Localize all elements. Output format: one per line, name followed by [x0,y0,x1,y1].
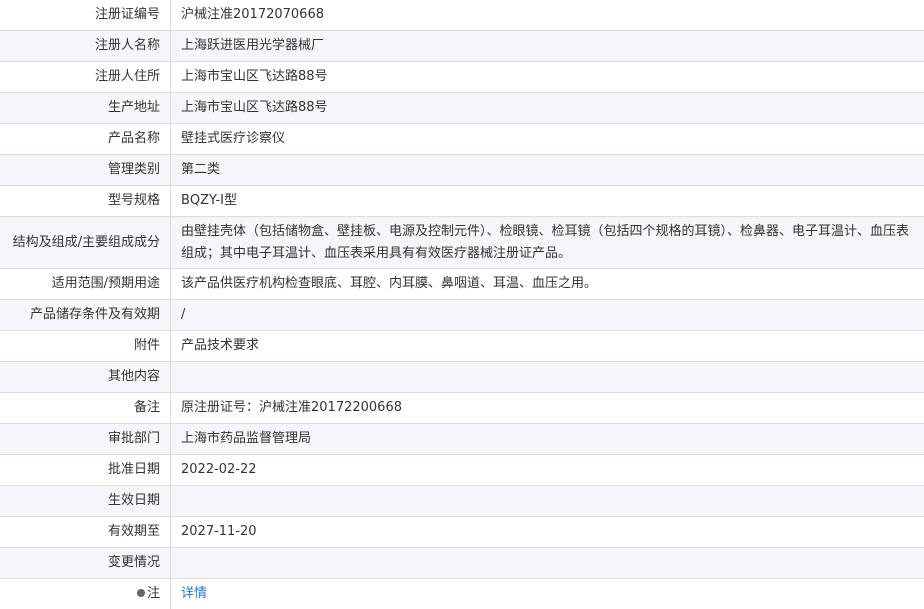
field-value: 第二类 [171,155,924,186]
table-row-storage-validity: 产品储存条件及有效期 / [0,300,924,331]
table-row-product-name: 产品名称 壁挂式医疗诊察仪 [0,124,924,155]
field-label: 审批部门 [0,424,171,455]
table-row-registrant-name: 注册人名称 上海跃进医用光学器械厂 [0,31,924,62]
table-row-production-address: 生产地址 上海市宝山区飞达路88号 [0,93,924,124]
table-row-structure-composition: 结构及组成/主要组成成分 由壁挂壳体（包括储物盒、壁挂板、电源及控制元件）、检眼… [0,217,924,269]
table-row-registration-number: 注册证编号 沪械注准20172070668 [0,0,924,31]
field-value: BQZY-I型 [171,186,924,217]
field-label: 管理类别 [0,155,171,186]
table-row-valid-until: 有效期至 2027-11-20 [0,517,924,548]
field-value: 产品技术要求 [171,331,924,362]
table-row-note: 注 详情 [0,579,924,609]
field-label: 生效日期 [0,486,171,517]
table-row-remarks: 备注 原注册证号：沪械注准20172200668 [0,393,924,424]
field-value [171,548,924,579]
field-value: 2022-02-22 [171,455,924,486]
field-label: 适用范围/预期用途 [0,269,171,300]
field-value: 上海市药品监督管理局 [171,424,924,455]
field-label: 产品名称 [0,124,171,155]
field-label: 产品储存条件及有效期 [0,300,171,331]
table-row-change-status: 变更情况 [0,548,924,579]
field-value: 2027-11-20 [171,517,924,548]
table-row-approval-date: 批准日期 2022-02-22 [0,455,924,486]
field-label: 注册人名称 [0,31,171,62]
table-row-effective-date: 生效日期 [0,486,924,517]
field-value: 上海跃进医用光学器械厂 [171,31,924,62]
field-label: 备注 [0,393,171,424]
field-label: 生产地址 [0,93,171,124]
field-value: 原注册证号：沪械注准20172200668 [171,393,924,424]
table-row-model-spec: 型号规格 BQZY-I型 [0,186,924,217]
details-link[interactable]: 详情 [181,586,207,601]
field-label: 结构及组成/主要组成成分 [0,217,171,269]
field-label: 有效期至 [0,517,171,548]
field-label: 变更情况 [0,548,171,579]
field-label: 注册证编号 [0,0,171,31]
field-label: 附件 [0,331,171,362]
field-value [171,486,924,517]
field-label: 注册人住所 [0,62,171,93]
field-value: 上海市宝山区飞达路88号 [171,62,924,93]
field-value: 壁挂式医疗诊察仪 [171,124,924,155]
field-label: 其他内容 [0,362,171,393]
field-label: 型号规格 [0,186,171,217]
field-value: 由壁挂壳体（包括储物盒、壁挂板、电源及控制元件）、检眼镜、检耳镜（包括四个规格的… [171,217,924,269]
field-label: 注 [0,579,171,609]
field-value: 沪械注准20172070668 [171,0,924,31]
field-value: 该产品供医疗机构检查眼底、耳腔、内耳膜、鼻咽道、耳温、血压之用。 [171,269,924,300]
table-row-attachment: 附件 产品技术要求 [0,331,924,362]
field-value: / [171,300,924,331]
registration-detail-table: 注册证编号 沪械注准20172070668 注册人名称 上海跃进医用光学器械厂 … [0,0,924,609]
table-row-approval-department: 审批部门 上海市药品监督管理局 [0,424,924,455]
table-row-management-category: 管理类别 第二类 [0,155,924,186]
field-value: 详情 [171,579,924,609]
field-label: 批准日期 [0,455,171,486]
field-value: 上海市宝山区飞达路88号 [171,93,924,124]
table-row-other-content: 其他内容 [0,362,924,393]
table-row-intended-use: 适用范围/预期用途 该产品供医疗机构检查眼底、耳腔、内耳膜、鼻咽道、耳温、血压之… [0,269,924,300]
field-value [171,362,924,393]
note-label: 注 [147,586,160,601]
table-row-registrant-address: 注册人住所 上海市宝山区飞达路88号 [0,62,924,93]
